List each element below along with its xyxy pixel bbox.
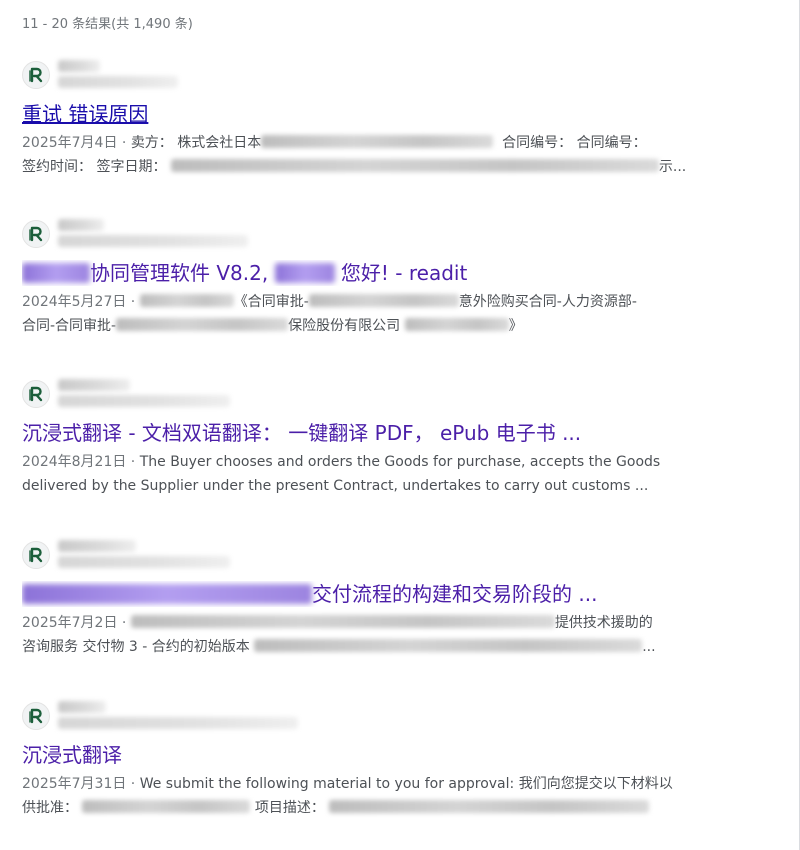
result-title-link[interactable]: 沉浸式翻译 <box>22 742 712 768</box>
site-url-redacted <box>58 76 178 88</box>
results-count: 11 - 20 条结果(共 1,490 条) <box>22 17 193 32</box>
search-result-1: 重试 错误原因 2025年7月4日 · 卖方： 株式会社日本 合同编号： 合同编… <box>22 58 712 179</box>
readit-logo-icon <box>22 380 50 408</box>
readit-logo-icon <box>22 702 50 730</box>
result-snippet: 2025年7月31日 · We submit the following mat… <box>22 776 673 816</box>
result-title-link[interactable]: 协同管理软件 V8.2, 您好! - readit <box>22 260 712 286</box>
readit-logo-icon <box>22 61 50 89</box>
result-snippet: 2025年7月4日 · 卖方： 株式会社日本 合同编号： 合同编号： 签约时间：… <box>22 135 687 175</box>
search-result-3: 沉浸式翻译 - 文档双语翻译： 一键翻译 PDF， ePub 电子书 ... 2… <box>22 377 712 498</box>
site-url-redacted <box>58 717 298 729</box>
readit-logo-icon <box>22 541 50 569</box>
site-name-redacted <box>58 379 130 391</box>
result-snippet: 2024年5月27日 · 《合同审批- 意外险购买合同-人力资源部- 合同-合同审… <box>22 294 637 334</box>
site-name-redacted <box>58 219 104 231</box>
result-source[interactable] <box>22 538 712 572</box>
result-title-link[interactable]: 重试 错误原因 <box>22 101 712 127</box>
result-title-link[interactable]: 沉浸式翻译 - 文档双语翻译： 一键翻译 PDF， ePub 电子书 ... <box>22 420 712 446</box>
result-source[interactable] <box>22 699 712 733</box>
site-url-redacted <box>58 395 230 407</box>
search-result-5: 沉浸式翻译 2025年7月31日 · We submit the followi… <box>22 699 712 820</box>
result-snippet: 2024年8月21日 · The Buyer chooses and order… <box>22 454 661 494</box>
result-title-link[interactable]: 交付流程的构建和交易阶段的 ... <box>22 581 712 607</box>
site-name-redacted <box>58 540 136 552</box>
result-snippet: 2025年7月2日 · 提供技术援助的 咨询服务 交付物 3 - 合约的初始版本… <box>22 615 656 655</box>
result-source[interactable] <box>22 217 712 251</box>
site-name-redacted <box>58 701 106 713</box>
site-url-redacted <box>58 556 230 568</box>
site-url-redacted <box>58 235 248 247</box>
search-result-2: 协同管理软件 V8.2, 您好! - readit 2024年5月27日 · 《… <box>22 217 712 338</box>
result-source[interactable] <box>22 377 712 411</box>
site-name-redacted <box>58 60 100 72</box>
search-result-4: 交付流程的构建和交易阶段的 ... 2025年7月2日 · 提供技术援助的 咨询… <box>22 538 712 659</box>
readit-logo-icon <box>22 220 50 248</box>
result-source[interactable] <box>22 58 712 92</box>
